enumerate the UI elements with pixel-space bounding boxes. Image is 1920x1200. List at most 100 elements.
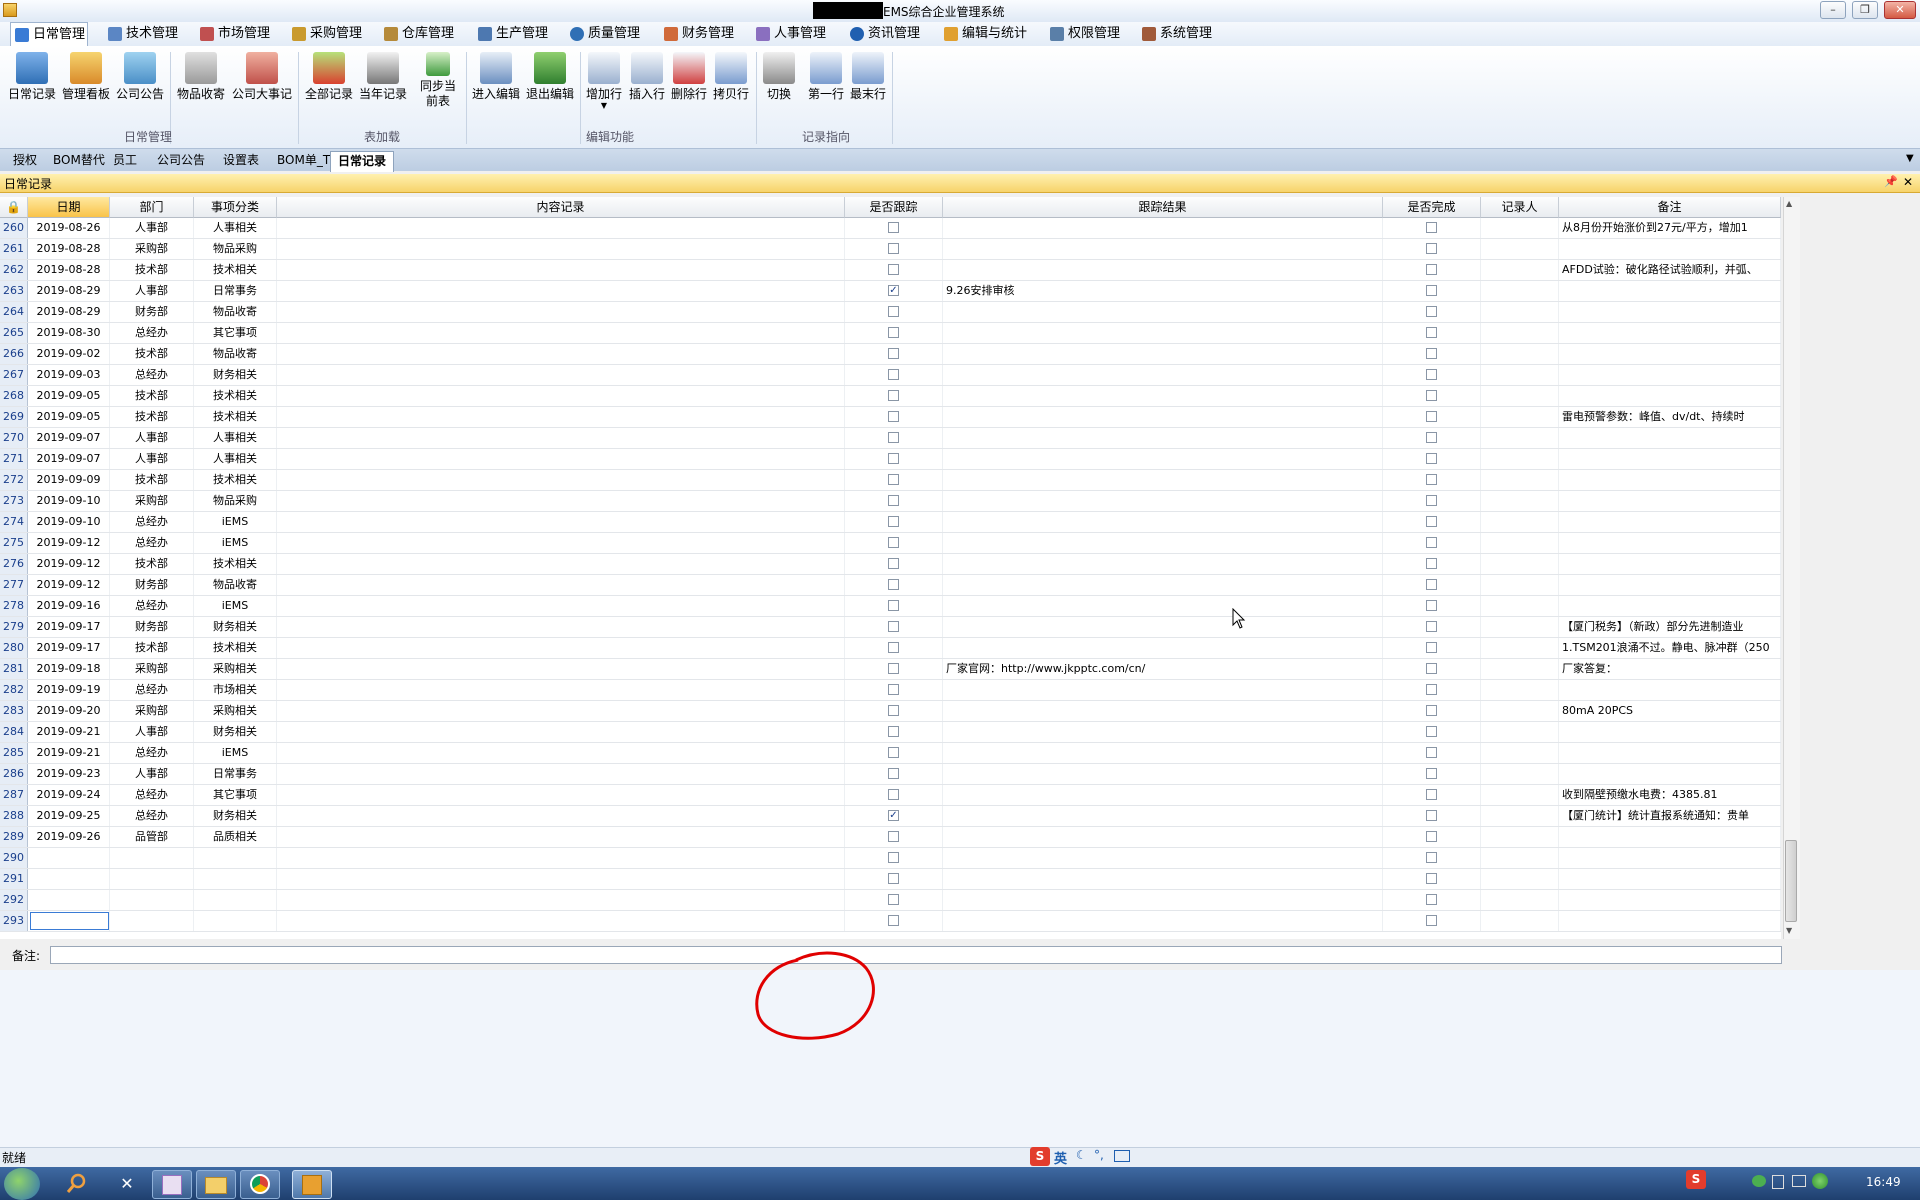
cell-category[interactable] xyxy=(194,911,277,931)
cell-date[interactable]: 2019-08-30 xyxy=(28,323,110,343)
cell-done[interactable] xyxy=(1383,743,1481,763)
cell-result[interactable] xyxy=(943,239,1383,259)
cell-done[interactable] xyxy=(1383,764,1481,784)
cell-content[interactable] xyxy=(277,533,845,553)
cell-result[interactable] xyxy=(943,890,1383,910)
cell-result[interactable] xyxy=(943,407,1383,427)
cell-content[interactable] xyxy=(277,806,845,826)
row-number[interactable]: 272 xyxy=(0,470,28,490)
track-checkbox[interactable] xyxy=(888,243,899,254)
cell-track[interactable] xyxy=(845,470,943,490)
col-header-date[interactable]: 日期 xyxy=(28,197,110,218)
cell-done[interactable] xyxy=(1383,512,1481,532)
cell-recorder[interactable] xyxy=(1481,260,1559,280)
table-row[interactable]: 274 2019-09-10 总经办 iEMS xyxy=(0,512,1781,533)
cell-recorder[interactable] xyxy=(1481,848,1559,868)
track-checkbox[interactable] xyxy=(888,663,899,674)
tab-announcement[interactable]: 公司公告 xyxy=(150,151,212,171)
done-checkbox[interactable] xyxy=(1426,621,1437,632)
cell-category[interactable]: 日常事务 xyxy=(194,764,277,784)
track-checkbox[interactable] xyxy=(888,327,899,338)
cell-result[interactable] xyxy=(943,449,1383,469)
cell-done[interactable] xyxy=(1383,470,1481,490)
cell-note[interactable] xyxy=(1559,281,1781,301)
cell-category[interactable]: 技术相关 xyxy=(194,470,277,490)
track-checkbox[interactable] xyxy=(888,453,899,464)
track-checkbox[interactable] xyxy=(888,894,899,905)
cell-recorder[interactable] xyxy=(1481,218,1559,238)
cell-content[interactable] xyxy=(277,428,845,448)
cell-recorder[interactable] xyxy=(1481,764,1559,784)
done-checkbox[interactable] xyxy=(1426,852,1437,863)
table-row[interactable]: 284 2019-09-21 人事部 财务相关 xyxy=(0,722,1781,743)
table-row[interactable]: 288 2019-09-25 总经办 财务相关 ✓ 【厦门统计】统计直报系统通知：贵单 xyxy=(0,806,1781,827)
cell-track[interactable] xyxy=(845,638,943,658)
cell-recorder[interactable] xyxy=(1481,428,1559,448)
dropdown-arrow-icon[interactable]: ▼ xyxy=(582,102,626,110)
cell-note[interactable] xyxy=(1559,302,1781,322)
xshell-icon[interactable]: ✕ xyxy=(112,1170,142,1197)
cell-track[interactable] xyxy=(845,365,943,385)
cell-content[interactable] xyxy=(277,848,845,868)
cell-category[interactable]: 采购相关 xyxy=(194,701,277,721)
cell-result[interactable] xyxy=(943,365,1383,385)
row-number[interactable]: 290 xyxy=(0,848,28,868)
row-number[interactable]: 264 xyxy=(0,302,28,322)
row-number[interactable]: 279 xyxy=(0,617,28,637)
done-checkbox[interactable] xyxy=(1426,327,1437,338)
cell-recorder[interactable] xyxy=(1481,491,1559,511)
track-checkbox[interactable] xyxy=(888,915,899,926)
table-row[interactable]: 285 2019-09-21 总经办 iEMS xyxy=(0,743,1781,764)
col-header-content[interactable]: 内容记录 xyxy=(277,197,845,218)
cell-date[interactable]: 2019-09-25 xyxy=(28,806,110,826)
taskbar-app-ems[interactable] xyxy=(292,1170,332,1199)
cell-category[interactable]: 人事相关 xyxy=(194,428,277,448)
track-checkbox[interactable] xyxy=(888,873,899,884)
menu-tech[interactable]: 技术管理 xyxy=(104,22,178,46)
cell-date[interactable] xyxy=(28,869,110,889)
done-checkbox[interactable] xyxy=(1426,285,1437,296)
cell-category[interactable]: 技术相关 xyxy=(194,638,277,658)
done-checkbox[interactable] xyxy=(1426,705,1437,716)
cell-recorder[interactable] xyxy=(1481,827,1559,847)
scroll-up-icon[interactable]: ▲ xyxy=(1786,199,1792,208)
cell-dept[interactable]: 总经办 xyxy=(110,743,194,763)
cell-note[interactable]: 【厦门统计】统计直报系统通知：贵单 xyxy=(1559,806,1781,826)
moon-icon[interactable]: ☾ xyxy=(1076,1148,1087,1162)
cell-note[interactable]: AFDD试验：破化路径试验顺利，并弧、 xyxy=(1559,260,1781,280)
cell-note[interactable]: 厂家答复： xyxy=(1559,659,1781,679)
track-checkbox[interactable] xyxy=(888,684,899,695)
cell-note[interactable] xyxy=(1559,365,1781,385)
cell-content[interactable] xyxy=(277,449,845,469)
cell-note[interactable] xyxy=(1559,344,1781,364)
cell-track[interactable] xyxy=(845,785,943,805)
row-number[interactable]: 273 xyxy=(0,491,28,511)
scroll-down-icon[interactable]: ▼ xyxy=(1786,926,1792,935)
cell-done[interactable] xyxy=(1383,575,1481,595)
cell-date[interactable]: 2019-09-02 xyxy=(28,344,110,364)
done-checkbox[interactable] xyxy=(1426,516,1437,527)
track-checkbox[interactable] xyxy=(888,222,899,233)
cell-done[interactable] xyxy=(1383,617,1481,637)
cell-dept[interactable]: 采购部 xyxy=(110,659,194,679)
cell-date[interactable] xyxy=(28,848,110,868)
tray-volume-icon[interactable] xyxy=(1772,1175,1784,1189)
cell-track[interactable] xyxy=(845,701,943,721)
menu-hr[interactable]: 人事管理 xyxy=(752,22,826,46)
first-row-button[interactable]: 第一行 xyxy=(804,52,848,102)
track-checkbox[interactable] xyxy=(888,852,899,863)
col-header-note[interactable]: 备注 xyxy=(1559,197,1781,218)
cell-track[interactable] xyxy=(845,596,943,616)
row-number[interactable]: 266 xyxy=(0,344,28,364)
row-number[interactable]: 268 xyxy=(0,386,28,406)
menu-finance[interactable]: 财务管理 xyxy=(660,22,734,46)
cell-track[interactable] xyxy=(845,743,943,763)
menu-info[interactable]: 资讯管理 xyxy=(846,22,920,46)
cell-date[interactable]: 2019-09-07 xyxy=(28,449,110,469)
track-checkbox[interactable] xyxy=(888,642,899,653)
table-row[interactable]: 275 2019-09-12 总经办 iEMS xyxy=(0,533,1781,554)
tray-network-icon[interactable] xyxy=(1792,1175,1806,1187)
cell-note[interactable] xyxy=(1559,533,1781,553)
track-checkbox[interactable] xyxy=(888,831,899,842)
cell-date[interactable]: 2019-09-19 xyxy=(28,680,110,700)
